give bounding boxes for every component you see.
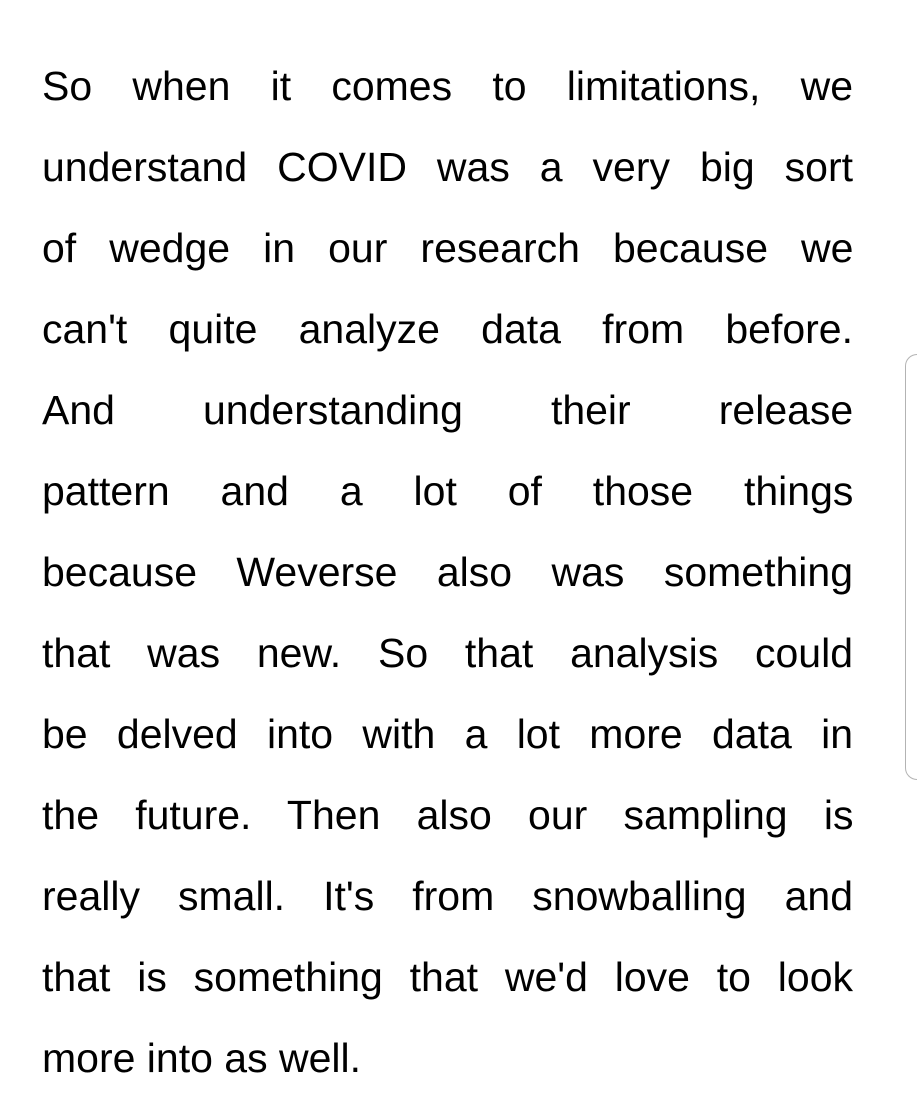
text-line: that was new. So that analysis could bbox=[42, 630, 853, 676]
text-line: pattern and a lot of those things bbox=[42, 468, 854, 514]
text-line: understand COVID was a very big sort bbox=[42, 144, 853, 190]
edge-panel-handle[interactable] bbox=[905, 354, 917, 780]
text-line: can't quite analyze data from before. bbox=[42, 306, 853, 352]
text-line: that is something that we'd love to look bbox=[42, 954, 853, 1000]
text-line: be delved into with a lot more data in bbox=[42, 711, 853, 757]
text-line: So when it comes to limitations, we bbox=[42, 63, 854, 109]
text-line: more into as well. bbox=[42, 1035, 362, 1081]
text-line: really small. It's from snowballing and bbox=[42, 873, 853, 919]
text-line: the future. Then also our sampling is bbox=[42, 792, 854, 838]
text-line: And understanding their release bbox=[42, 387, 854, 433]
transcript-paragraph: So when it comes to limitations, we unde… bbox=[42, 46, 853, 1099]
text-line: of wedge in our research because we bbox=[42, 225, 854, 271]
text-line: because Weverse also was something bbox=[42, 549, 853, 595]
